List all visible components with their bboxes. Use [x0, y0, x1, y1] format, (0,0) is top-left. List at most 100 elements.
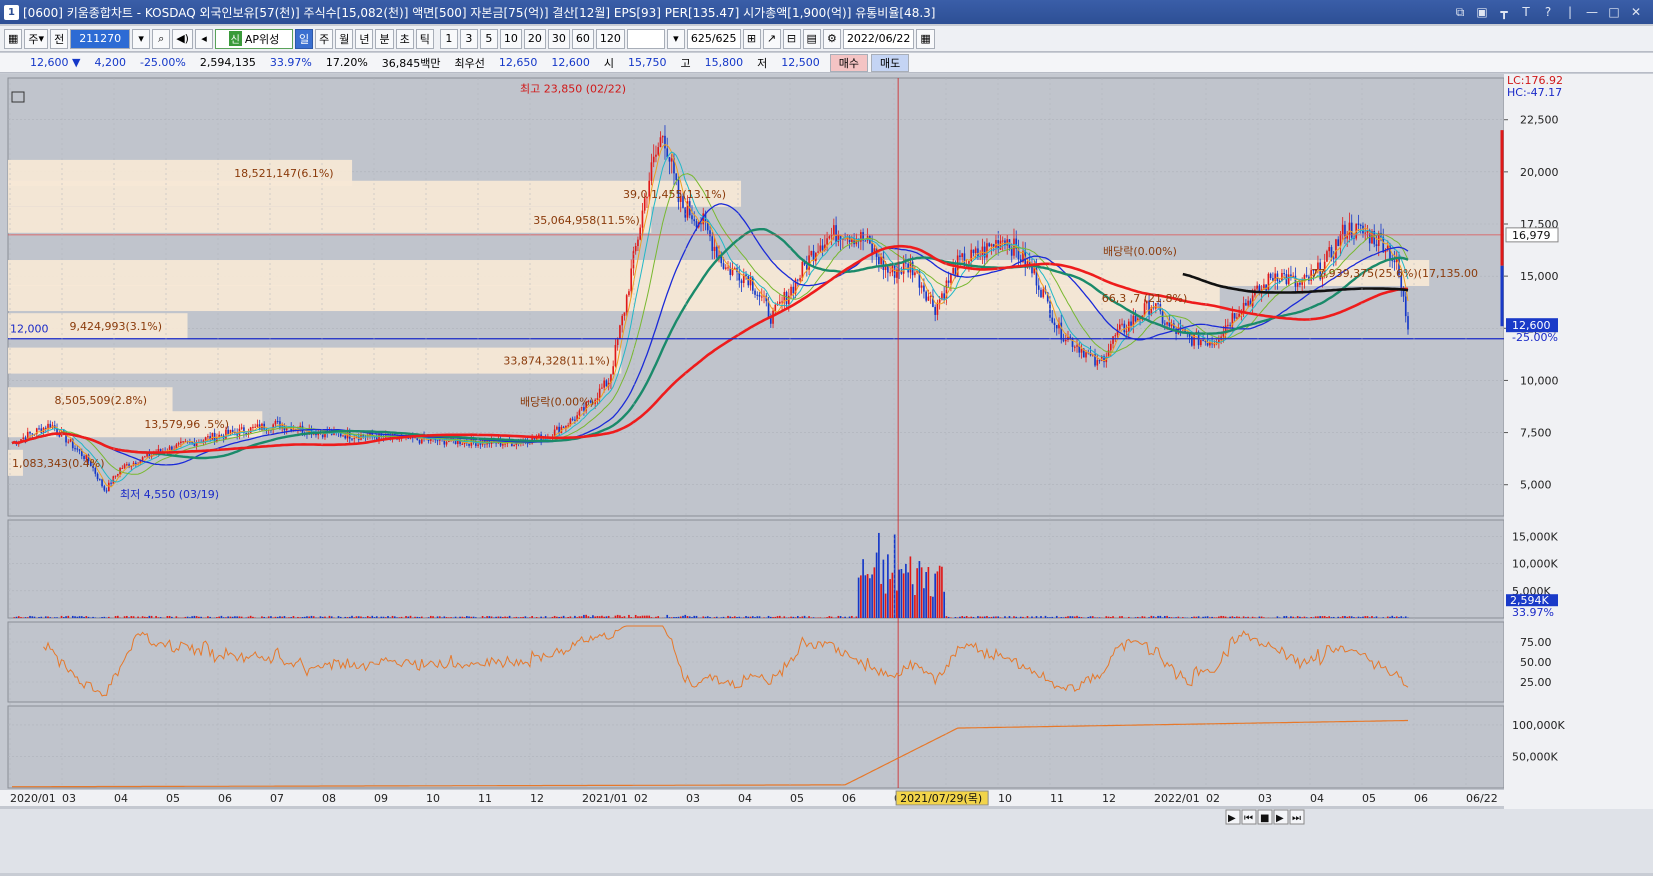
candle-body-609: [1382, 237, 1384, 252]
volume-bar-160: [371, 616, 373, 618]
volume-bar-367: [838, 616, 840, 618]
volume-bar-354: [808, 616, 810, 618]
help-icon[interactable]: ?: [1539, 4, 1557, 20]
trend-icon[interactable]: ↗: [763, 29, 781, 49]
prev-stock-icon[interactable]: ◂: [195, 29, 213, 49]
candle-body-246: [565, 426, 567, 428]
zoom-icon[interactable]: ⊞: [743, 29, 761, 49]
candle-body-363: [829, 236, 831, 238]
candle-body-28: [74, 448, 76, 449]
candle-body-38: [97, 474, 99, 479]
candle-body-12: [38, 428, 40, 429]
stock-code-input[interactable]: 211270: [70, 29, 130, 49]
buy-button[interactable]: 매수: [830, 54, 868, 72]
tab-3[interactable]: 년: [355, 29, 373, 49]
interval-1[interactable]: 1: [440, 29, 458, 49]
volume-bar-392: [894, 534, 896, 618]
search-icon[interactable]: ⌕: [152, 29, 170, 49]
tab-6[interactable]: 틱: [416, 29, 434, 49]
tile-icon[interactable]: ▣: [1473, 4, 1491, 20]
prev-button[interactable]: 전: [50, 29, 68, 49]
volume-bar-421: [959, 617, 961, 618]
interval-120[interactable]: 120: [596, 29, 625, 49]
volume-profile-label-2: 35,064,958(11.5%): [533, 214, 640, 227]
stock-name-field[interactable]: 신AP위성: [215, 29, 293, 49]
volume-bar-515: [1171, 617, 1173, 618]
volume-bar-336: [768, 616, 770, 618]
volume-bar-415: [946, 616, 948, 618]
volume-bar-375: [856, 616, 858, 618]
interval-dropdown-icon[interactable]: ▾: [667, 29, 685, 49]
code-dropdown-icon[interactable]: ▾: [132, 29, 150, 49]
volume-bar-395: [901, 569, 903, 618]
tab-5[interactable]: 초: [396, 29, 414, 49]
custom-interval-input[interactable]: [627, 29, 665, 49]
candle-body-396: [903, 262, 905, 273]
credit-icon: 신: [229, 31, 242, 46]
date-input[interactable]: 2022/06/22: [843, 29, 914, 49]
volume-bar-95: [225, 617, 227, 618]
volume-bar-583: [1324, 616, 1326, 618]
candle-body-122: [286, 428, 288, 430]
settings-icon[interactable]: ⚙: [823, 29, 841, 49]
minimize-icon[interactable]: —: [1583, 4, 1601, 20]
calendar-icon[interactable]: ▦: [916, 29, 934, 49]
font-icon[interactable]: T: [1517, 4, 1535, 20]
scroll-btn-glyph-1: ⏮: [1244, 813, 1253, 824]
y-tick-label-6: 7,500: [1520, 427, 1552, 440]
pin-icon[interactable]: ┳: [1495, 4, 1513, 20]
tab-1[interactable]: 주: [315, 29, 333, 49]
volume-bar-51: [126, 616, 128, 618]
interval-3[interactable]: 3: [460, 29, 478, 49]
interval-20[interactable]: 20: [524, 29, 546, 49]
volume-bar-4: [20, 617, 22, 618]
layout-icon[interactable]: ▦: [4, 29, 22, 49]
interval-5[interactable]: 5: [480, 29, 498, 49]
candle-body-585: [1328, 247, 1330, 251]
title-bar: 1 [0600] 키움종합차트 - KOSDAQ 외국인보유[57(천)] 주식…: [0, 0, 1653, 24]
candle-body-523: [1189, 334, 1191, 337]
candle-body-58: [142, 457, 144, 460]
period-select[interactable]: 주▾: [24, 29, 48, 49]
link-icon[interactable]: ⧉: [1451, 4, 1469, 20]
tab-4[interactable]: 분: [375, 29, 393, 49]
volume-bar-216: [498, 617, 500, 618]
interval-60[interactable]: 60: [572, 29, 594, 49]
save-icon[interactable]: ▤: [803, 29, 821, 49]
candle-body-317: [725, 267, 727, 268]
volume-bar-316: [723, 617, 725, 618]
sell-button[interactable]: 매도: [871, 54, 909, 72]
grid-icon[interactable]: ⊟: [783, 29, 801, 49]
tab-0[interactable]: 일: [295, 29, 313, 49]
volume-bar-411: [937, 571, 939, 618]
close-icon[interactable]: ✕: [1627, 4, 1645, 20]
volume-bar-435: [991, 617, 993, 618]
candle-body-428: [975, 248, 977, 253]
interval-10[interactable]: 10: [500, 29, 522, 49]
volume-bar-402: [916, 568, 918, 618]
candle-body-540: [1227, 325, 1229, 326]
volume-bar-105: [248, 617, 250, 618]
volume-bar-320: [732, 617, 734, 618]
tab-2[interactable]: 월: [335, 29, 353, 49]
volume-bar-350: [799, 617, 801, 618]
volume-bar-436: [993, 617, 995, 618]
volume-bar-233: [536, 617, 538, 618]
volume-bar-137: [320, 616, 322, 618]
stock-chart[interactable]: 22,50020,00017,50015,00012,50010,0007,50…: [0, 74, 1653, 873]
candle-body-499: [1135, 316, 1137, 321]
chart-area[interactable]: 22,50020,00017,50015,00012,50010,0007,50…: [0, 74, 1653, 873]
volume-bar-406: [925, 572, 927, 618]
volume-bar-179: [414, 617, 416, 618]
maximize-icon[interactable]: □: [1605, 4, 1623, 20]
x-tick-28: 06/22: [1466, 792, 1498, 805]
quote-bar: 12,600 ▼ 4,200 -25.00% 2,594,135 33.97% …: [0, 53, 1653, 73]
scroll-controls[interactable]: ▶⏮■▶⏭: [1226, 810, 1304, 824]
volume-bar-474: [1078, 617, 1080, 618]
interval-30[interactable]: 30: [548, 29, 570, 49]
candle-body-599: [1360, 225, 1362, 226]
candle-body-364: [831, 235, 833, 236]
data-count[interactable]: 625/625: [687, 29, 741, 49]
speaker-icon[interactable]: ◀): [172, 29, 193, 49]
volume-bar-468: [1065, 617, 1067, 618]
